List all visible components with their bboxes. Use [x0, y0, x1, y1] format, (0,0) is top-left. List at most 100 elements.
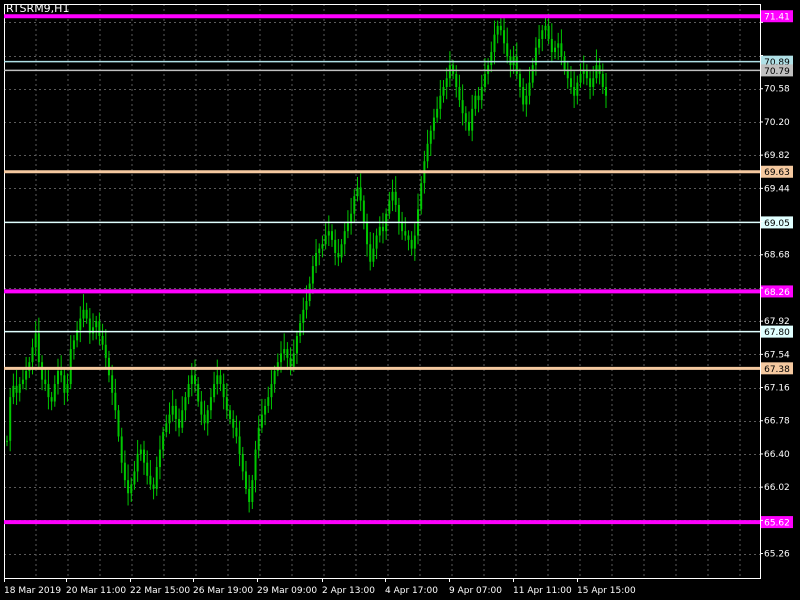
candle-body	[107, 357, 110, 376]
y-tick-label: 66.40	[764, 450, 790, 460]
candle-body	[114, 392, 117, 411]
candle-body	[280, 353, 283, 363]
candle-body	[528, 82, 531, 96]
candle-body	[573, 86, 576, 96]
candle-body	[146, 462, 149, 476]
candle-body	[152, 484, 155, 489]
candle-body	[458, 86, 461, 101]
chart-window[interactable]: RTSRM9,H1 71.41 70.89 70.79 69.63 69.05 68.26…	[0, 0, 800, 600]
candle-body	[448, 65, 451, 79]
candle-body	[197, 384, 200, 402]
candle-body	[203, 414, 206, 424]
candle-body	[305, 301, 308, 310]
candle-body	[193, 375, 196, 385]
candle-body	[407, 235, 410, 240]
candle-body	[490, 52, 493, 66]
candle-body	[299, 322, 302, 336]
x-tick-label: 26 Mar 19:00	[193, 586, 253, 596]
candle-body	[66, 384, 69, 393]
candle-body	[544, 25, 547, 31]
candle-body	[216, 375, 219, 385]
y-tick-label: 67.92	[764, 317, 790, 327]
candle-body	[133, 471, 136, 485]
candle-body	[461, 100, 464, 114]
candle-body	[139, 449, 142, 454]
candle-body	[168, 414, 171, 424]
x-tick-label: 20 Mar 11:00	[66, 586, 126, 596]
candle-body	[493, 34, 496, 53]
candle-body	[467, 121, 470, 131]
candle-body	[512, 56, 515, 66]
candle-body	[44, 379, 47, 385]
candle-body	[413, 235, 416, 249]
candle-body	[452, 65, 455, 74]
candle-body	[375, 235, 378, 249]
candle-body	[136, 453, 139, 472]
candle-body	[589, 78, 592, 87]
level-tag-text: 69.05	[764, 219, 790, 229]
level-tag-text: 65.62	[764, 519, 790, 529]
level-tag-text: 71.41	[764, 13, 790, 23]
candle-body	[554, 47, 557, 53]
candle-body	[579, 73, 582, 83]
y-tick-label: 66.78	[764, 417, 790, 427]
candle-body	[101, 335, 104, 345]
candle-body	[251, 480, 254, 502]
candle-body	[162, 432, 165, 450]
candle-body	[404, 231, 407, 236]
level-tag-text: 68.26	[764, 288, 790, 298]
candle-body	[359, 187, 362, 201]
candle-body	[98, 321, 101, 336]
x-tick-label: 22 Mar 15:00	[130, 586, 190, 596]
y-tick-label: 69.82	[764, 151, 790, 161]
candle-body	[232, 418, 235, 428]
x-tick-label: 29 Mar 09:00	[257, 586, 317, 596]
chart-canvas[interactable]: 71.4170.8970.7969.6369.0568.2667.8067.38…	[0, 0, 800, 600]
candle-body	[480, 86, 483, 101]
candle-body	[330, 231, 333, 240]
x-tick-label: 18 Mar 2019	[4, 586, 61, 596]
candle-body	[369, 244, 372, 262]
candle-body	[244, 471, 247, 489]
candle-body	[273, 370, 276, 385]
candle-body	[569, 78, 572, 87]
candle-body	[56, 370, 59, 385]
candle-body	[123, 462, 126, 481]
candle-body	[50, 397, 53, 402]
candle-body	[302, 309, 305, 323]
candle-body	[25, 370, 28, 380]
candle-body	[53, 384, 56, 402]
candle-body	[346, 222, 349, 232]
candle-body	[187, 384, 190, 398]
candle-body	[477, 95, 480, 101]
candle-body	[550, 38, 553, 53]
candle-body	[149, 475, 152, 485]
candle-body	[181, 410, 184, 428]
candle-body	[85, 309, 88, 319]
candle-body	[9, 397, 12, 441]
candle-body	[353, 196, 356, 214]
x-tick-label: 2 Apr 13:00	[322, 586, 375, 596]
candle-body	[343, 231, 346, 245]
candle-body	[337, 252, 340, 258]
candle-body	[34, 333, 37, 348]
candle-body	[171, 405, 174, 415]
candle-body	[429, 130, 432, 144]
candle-body	[340, 244, 343, 258]
candle-body	[522, 86, 525, 105]
candle-body	[37, 333, 40, 363]
level-tag-text: 70.79	[764, 67, 790, 77]
candle-body	[538, 38, 541, 48]
candle-body	[69, 349, 72, 385]
candle-body	[82, 309, 85, 319]
candle-body	[557, 43, 560, 48]
candle-body	[60, 370, 63, 376]
level-tag-text: 67.38	[764, 365, 790, 375]
candle-body	[356, 187, 359, 197]
candle-body	[525, 95, 528, 105]
candle-body	[63, 375, 66, 393]
candle-body	[378, 226, 381, 236]
candle-body	[560, 43, 563, 57]
candle-body	[439, 95, 442, 109]
candle-body	[213, 384, 216, 398]
